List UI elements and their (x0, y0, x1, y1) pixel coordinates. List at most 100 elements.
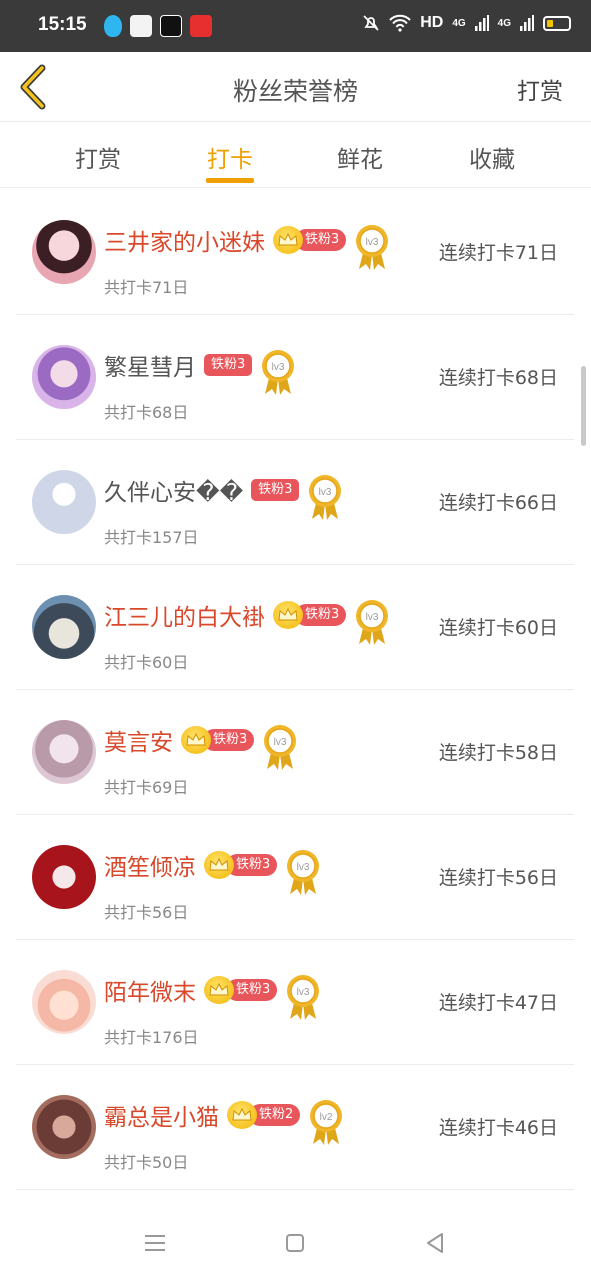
fan-name-line: 莫言安 铁粉3 lv3 (104, 722, 298, 770)
total-checkin-days: 共打卡69日 (104, 778, 189, 797)
signal-bars-icon (474, 15, 489, 31)
network-label: HD (420, 14, 444, 31)
total-checkin-days: 共打卡176日 (104, 1028, 199, 1047)
signal-label-1: 4G (452, 17, 466, 29)
svg-text:lv3: lv3 (366, 237, 379, 248)
avatar[interactable] (32, 720, 96, 784)
scrollbar[interactable] (581, 366, 586, 446)
total-checkin-days: 共打卡68日 (104, 403, 189, 422)
avatar[interactable] (32, 970, 96, 1034)
vip-fan-badge: 铁粉3 (181, 726, 255, 754)
list-item[interactable]: 三井家的小迷妹 铁粉3 lv3 共打卡71日 连续打卡71日 (16, 190, 574, 315)
menu-icon[interactable] (140, 1228, 170, 1258)
battery-level (547, 19, 553, 27)
mute-bell-icon (363, 15, 379, 31)
svg-text:lv3: lv3 (319, 487, 332, 498)
list-item[interactable]: 陌年微末 铁粉3 lv3 共打卡176日 连续打卡47日 (16, 940, 574, 1065)
fan-username[interactable]: 三井家的小迷妹 (104, 223, 265, 257)
home-icon[interactable] (280, 1228, 310, 1258)
total-checkin-days: 共打卡157日 (104, 528, 199, 547)
signal-bars-icon (520, 15, 534, 31)
avatar[interactable] (32, 845, 96, 909)
level-medal-icon: lv3 (262, 350, 295, 395)
avatar[interactable] (32, 595, 96, 659)
vip-fan-badge: 铁粉2 (227, 1101, 301, 1129)
list-item[interactable]: 繁星彗月 铁粉3 lv3 共打卡68日 连续打卡68日 (16, 315, 574, 440)
status-app-icons (104, 15, 212, 37)
battery-icon (543, 15, 571, 31)
page-title: 粉丝荣誉榜 (232, 77, 358, 106)
consecutive-checkin-days: 连续打卡66日 (438, 492, 558, 514)
signal-label-2: 4G (497, 17, 511, 29)
level-medal-icon: lv3 (309, 475, 342, 520)
fan-ranking-list: 三井家的小迷妹 铁粉3 lv3 共打卡71日 连续打卡71日 繁星彗月 铁粉3 lv3 共打卡6… (16, 190, 574, 1190)
svg-text:lv3: lv3 (274, 737, 287, 748)
avatar[interactable] (32, 470, 96, 534)
svg-text:lv3: lv3 (297, 987, 310, 998)
video-app-icon (190, 15, 212, 37)
consecutive-checkin-days: 连续打卡58日 (438, 742, 558, 764)
consecutive-checkin-days: 连续打卡46日 (438, 1117, 558, 1139)
vip-fan-badge: 铁粉3 (204, 976, 278, 1004)
back-triangle-icon[interactable] (420, 1228, 450, 1258)
list-item[interactable]: 酒笙倾凉 铁粉3 lv3 共打卡56日 连续打卡56日 (16, 815, 574, 940)
consecutive-checkin-days: 连续打卡47日 (438, 992, 558, 1014)
tab-checkin[interactable]: 打卡 (170, 140, 290, 174)
system-nav-bar (0, 1206, 591, 1280)
total-checkin-days: 共打卡71日 (104, 278, 189, 297)
app-header: 粉丝荣誉榜 打赏 (0, 52, 591, 122)
fan-username[interactable]: 酒笙倾凉 (104, 848, 196, 882)
level-medal-icon: lv3 (356, 225, 389, 270)
consecutive-checkin-days: 连续打卡56日 (438, 867, 558, 889)
fan-username[interactable]: 繁星彗月 (104, 348, 196, 382)
wifi-icon (389, 14, 411, 32)
fan-level-badge: 铁粉3 (251, 479, 300, 501)
vip-fan-badge: 铁粉3 (273, 226, 347, 254)
consecutive-checkin-days: 连续打卡60日 (438, 617, 558, 639)
crown-icon (227, 1101, 257, 1129)
list-item[interactable]: 久伴心安�� 铁粉3 lv3 共打卡157日 连续打卡66日 (16, 440, 574, 565)
avatar[interactable] (32, 345, 96, 409)
avatar[interactable] (32, 1095, 96, 1159)
level-medal-icon: lv2 (310, 1100, 343, 1145)
status-time: 15:15 (38, 14, 87, 35)
tab-reward[interactable]: 打赏 (38, 140, 158, 174)
level-medal-icon: lv3 (287, 975, 320, 1020)
list-item[interactable]: 莫言安 铁粉3 lv3 共打卡69日 连续打卡58日 (16, 690, 574, 815)
fan-username[interactable]: 江三儿的白大褂 (104, 598, 265, 632)
list-item[interactable]: 霸总是小猫 铁粉2 lv2 共打卡50日 连续打卡46日 (16, 1065, 574, 1190)
fan-name-line: 江三儿的白大褂 铁粉3 lv3 (104, 597, 390, 645)
list-item[interactable]: 江三儿的白大褂 铁粉3 lv3 共打卡60日 连续打卡60日 (16, 565, 574, 690)
vip-fan-badge: 铁粉3 (204, 851, 278, 879)
svg-text:lv3: lv3 (272, 362, 285, 373)
active-tab-indicator (206, 178, 254, 183)
fan-level-badge: 铁粉3 (204, 354, 253, 376)
fan-name-line: 久伴心安�� 铁粉3 lv3 (104, 472, 343, 520)
consecutive-checkin-days: 连续打卡71日 (438, 242, 558, 264)
consecutive-checkin-days: 连续打卡68日 (438, 367, 558, 389)
total-checkin-days: 共打卡60日 (104, 653, 189, 672)
reward-button[interactable]: 打赏 (517, 72, 563, 106)
fan-username[interactable]: 久伴心安�� (104, 473, 243, 507)
mail-app-icon (130, 15, 152, 37)
avatar[interactable] (32, 220, 96, 284)
tiktok-icon (160, 15, 182, 37)
total-checkin-days: 共打卡50日 (104, 1153, 189, 1172)
crown-icon (204, 851, 234, 879)
svg-text:lv2: lv2 (320, 1112, 333, 1123)
qq-icon (104, 15, 122, 37)
level-medal-icon: lv3 (356, 600, 389, 645)
crown-icon (273, 226, 303, 254)
level-medal-icon: lv3 (287, 850, 320, 895)
tab-favorites[interactable]: 收藏 (432, 140, 552, 174)
fan-username[interactable]: 霸总是小猫 (104, 1098, 219, 1132)
fan-name-line: 霸总是小猫 铁粉2 lv2 (104, 1097, 344, 1145)
level-medal-icon: lv3 (264, 725, 297, 770)
fan-name-line: 酒笙倾凉 铁粉3 lv3 (104, 847, 321, 895)
tab-flowers[interactable]: 鲜花 (300, 140, 420, 174)
fan-name-line: 三井家的小迷妹 铁粉3 lv3 (104, 222, 390, 270)
status-bar: 15:15 HD 4G 4G (0, 0, 591, 52)
fan-username[interactable]: 莫言安 (104, 723, 173, 757)
status-indicators: HD 4G 4G (362, 14, 571, 32)
fan-username[interactable]: 陌年微末 (104, 973, 196, 1007)
